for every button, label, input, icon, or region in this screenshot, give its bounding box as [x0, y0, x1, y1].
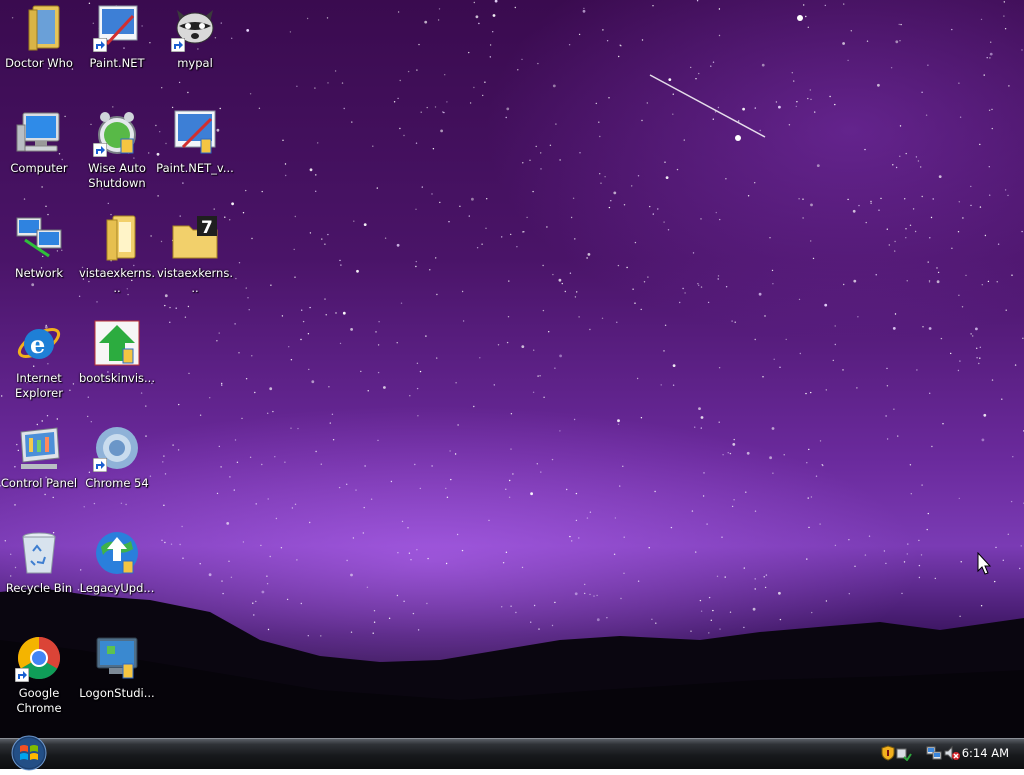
paint-net-icon: [93, 4, 141, 52]
desktop[interactable]: Doctor Who Computer Network e Internet E…: [0, 0, 1024, 738]
google-chrome-icon: [15, 634, 63, 682]
icon-label: bootskinvis...: [79, 371, 155, 385]
desktop-icon-internet-explorer[interactable]: e Internet Explorer: [0, 315, 78, 401]
desktop-icon-network[interactable]: Network: [0, 210, 78, 281]
icon-label: Internet Explorer: [15, 371, 63, 400]
logonstudio-icon: [93, 634, 141, 682]
start-button[interactable]: [8, 735, 50, 771]
icon-label: Wise Auto Shutdown: [88, 161, 146, 190]
icon-label: Chrome 54: [85, 476, 149, 490]
shortcut-arrow-icon: [15, 668, 29, 682]
7zip-archive-icon: 7: [171, 214, 219, 262]
icon-label: Paint.NET_v...: [156, 161, 234, 175]
internet-explorer-icon: e: [15, 319, 63, 367]
icon-label: Doctor Who: [5, 56, 73, 70]
clock[interactable]: 6:14 AM: [962, 746, 1009, 760]
icon-label: LogonStudi...: [79, 686, 155, 700]
system-tray: 6:14 AM: [864, 739, 1024, 769]
paint-net-installer-icon: [171, 109, 219, 157]
security-shield-icon[interactable]: [880, 745, 896, 761]
shortcut-arrow-icon: [93, 38, 107, 52]
windows-update-icon[interactable]: [896, 745, 912, 762]
network-icon: [15, 214, 63, 262]
mouse-cursor-icon: [977, 551, 993, 580]
icon-label: vistaexkerns...: [156, 266, 233, 295]
desktop-icon-paint-net[interactable]: Paint.NET: [78, 0, 156, 71]
desktop-icon-control-panel[interactable]: Control Panel: [0, 420, 78, 491]
icon-label: Computer: [10, 161, 68, 175]
icon-label: Paint.NET: [89, 56, 145, 70]
raccoon-icon: [171, 4, 219, 52]
icon-label: Recycle Bin: [5, 581, 73, 595]
desktop-icon-vistaexkerns-folder[interactable]: vistaexkerns...: [78, 210, 156, 296]
desktop-icon-doctor-who[interactable]: Doctor Who: [0, 0, 78, 71]
desktop-icon-vistaexkerns-7z[interactable]: 7 vistaexkerns...: [156, 210, 234, 296]
control-panel-icon: [15, 424, 63, 472]
icon-label: LegacyUpd...: [79, 581, 155, 595]
recycle-bin-icon: [15, 529, 63, 577]
shortcut-arrow-icon: [93, 458, 107, 472]
desktop-icon-legacyupd[interactable]: LegacyUpd...: [78, 525, 156, 596]
bootskin-icon: [93, 319, 141, 367]
icon-label: Control Panel: [0, 476, 78, 490]
icon-label: mypal: [177, 56, 213, 70]
desktop-icon-wise-auto-shutdown[interactable]: Wise Auto Shutdown: [78, 105, 156, 191]
folder-icon: [93, 214, 141, 262]
network-icon[interactable]: [926, 745, 942, 761]
alarm-clock-icon: [93, 109, 141, 157]
desktop-icon-recycle-bin[interactable]: Recycle Bin: [0, 525, 78, 596]
svg-text:7: 7: [201, 218, 213, 238]
desktop-icon-google-chrome[interactable]: Google Chrome: [0, 630, 78, 716]
icon-label: Network: [14, 266, 64, 280]
shortcut-arrow-icon: [171, 38, 185, 52]
icon-label: Google Chrome: [16, 686, 62, 715]
icon-label: vistaexkerns...: [78, 266, 155, 295]
volume-muted-icon[interactable]: [944, 745, 960, 761]
folder-icon: [15, 4, 63, 52]
desktop-icon-computer[interactable]: Computer: [0, 105, 78, 176]
desktop-icon-mypal[interactable]: mypal: [156, 0, 234, 71]
desktop-icon-logonstudio[interactable]: LogonStudi...: [78, 630, 156, 701]
shortcut-arrow-icon: [93, 143, 107, 157]
chromium-icon: [93, 424, 141, 472]
desktop-icon-bootskinvis[interactable]: bootskinvis...: [78, 315, 156, 386]
taskbar: 6:14 AM: [0, 735, 1024, 771]
legacy-update-icon: [93, 529, 141, 577]
svg-text:e: e: [30, 330, 45, 359]
computer-icon: [15, 109, 63, 157]
desktop-icon-paint-net-v[interactable]: Paint.NET_v...: [156, 105, 234, 176]
desktop-icon-chrome-54[interactable]: Chrome 54: [78, 420, 156, 491]
